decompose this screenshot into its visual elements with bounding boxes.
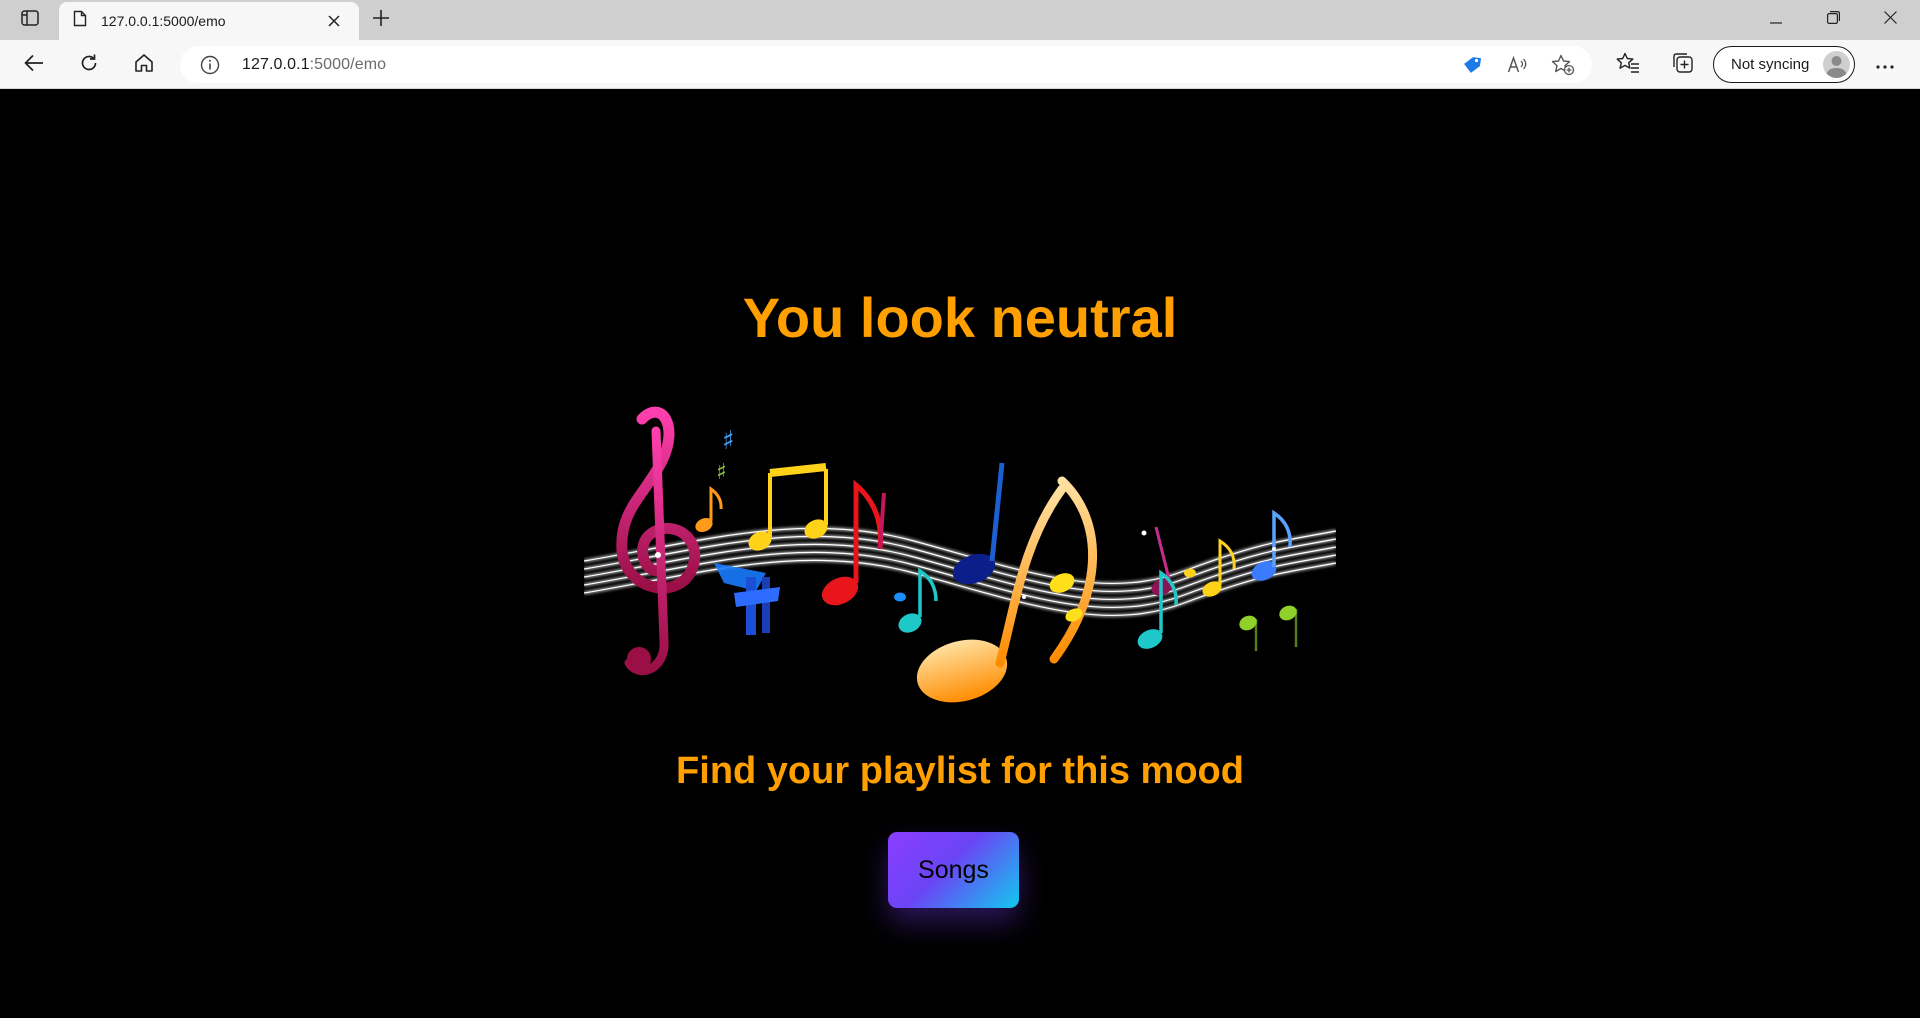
plus-icon: [372, 9, 390, 32]
page-icon: [73, 10, 87, 32]
note-teal-left: [894, 567, 938, 633]
new-tab-button[interactable]: [366, 6, 396, 34]
add-favorite-icon[interactable]: [1550, 52, 1576, 78]
profile-sync-button[interactable]: Not syncing: [1713, 46, 1855, 83]
shopping-tag-icon[interactable]: [1459, 52, 1485, 78]
url-path: :5000/emo: [309, 56, 387, 73]
treble-clef: [616, 406, 701, 676]
playlist-prompt: Find your playlist for this mood: [676, 750, 1244, 792]
note-yellow-beamed: [748, 463, 828, 551]
minimize-icon: [1770, 11, 1782, 29]
url-host: 127.0.0.1: [242, 56, 310, 73]
page-content: You look neutral ♯ ♯ Find your playlist …: [0, 89, 1920, 1018]
sync-status-label: Not syncing: [1731, 56, 1810, 73]
favorites-button[interactable]: [1611, 48, 1645, 82]
back-icon: [24, 54, 44, 77]
mood-heading: You look neutral: [742, 286, 1178, 349]
home-button[interactable]: [127, 48, 161, 82]
svg-text:♯: ♯: [722, 426, 735, 456]
window-close-icon: [1883, 11, 1897, 29]
restore-icon: [1826, 11, 1840, 29]
back-button[interactable]: [17, 48, 51, 82]
more-icon: [1876, 56, 1894, 74]
note-orange-small: [695, 486, 723, 533]
tab-strip: 127.0.0.1:5000/emo: [0, 0, 1920, 40]
note-blue-cluster: [714, 563, 780, 635]
home-icon: [134, 53, 154, 78]
collections-button[interactable]: [1666, 48, 1700, 82]
refresh-icon: [79, 53, 99, 78]
restore-button[interactable]: [1805, 0, 1861, 40]
avatar-icon: [1823, 51, 1850, 78]
collections-icon: [1672, 52, 1694, 79]
svg-text:♯: ♯: [716, 460, 727, 485]
note-green-right: [1239, 605, 1298, 651]
read-aloud-icon[interactable]: [1505, 52, 1531, 78]
browser-tab[interactable]: 127.0.0.1:5000/emo: [59, 2, 359, 40]
tab-title: 127.0.0.1:5000/emo: [101, 13, 226, 29]
refresh-button[interactable]: [72, 48, 106, 82]
info-icon[interactable]: [200, 55, 220, 80]
close-icon[interactable]: [323, 10, 345, 32]
tab-actions-button[interactable]: [10, 6, 50, 34]
url-text: 127.0.0.1:5000/emo: [242, 56, 386, 74]
window-close-button[interactable]: [1862, 0, 1918, 40]
songs-button[interactable]: Songs: [888, 832, 1019, 908]
address-bar[interactable]: 127.0.0.1:5000/emo: [180, 46, 1592, 83]
more-button[interactable]: [1868, 48, 1902, 82]
music-notes-image: ♯ ♯: [583, 401, 1337, 707]
sidebar-icon: [21, 9, 39, 31]
browser-toolbar: 127.0.0.1:5000/emo Not syncing: [0, 40, 1920, 89]
favorites-icon: [1616, 52, 1640, 79]
minimize-button[interactable]: [1748, 0, 1804, 40]
